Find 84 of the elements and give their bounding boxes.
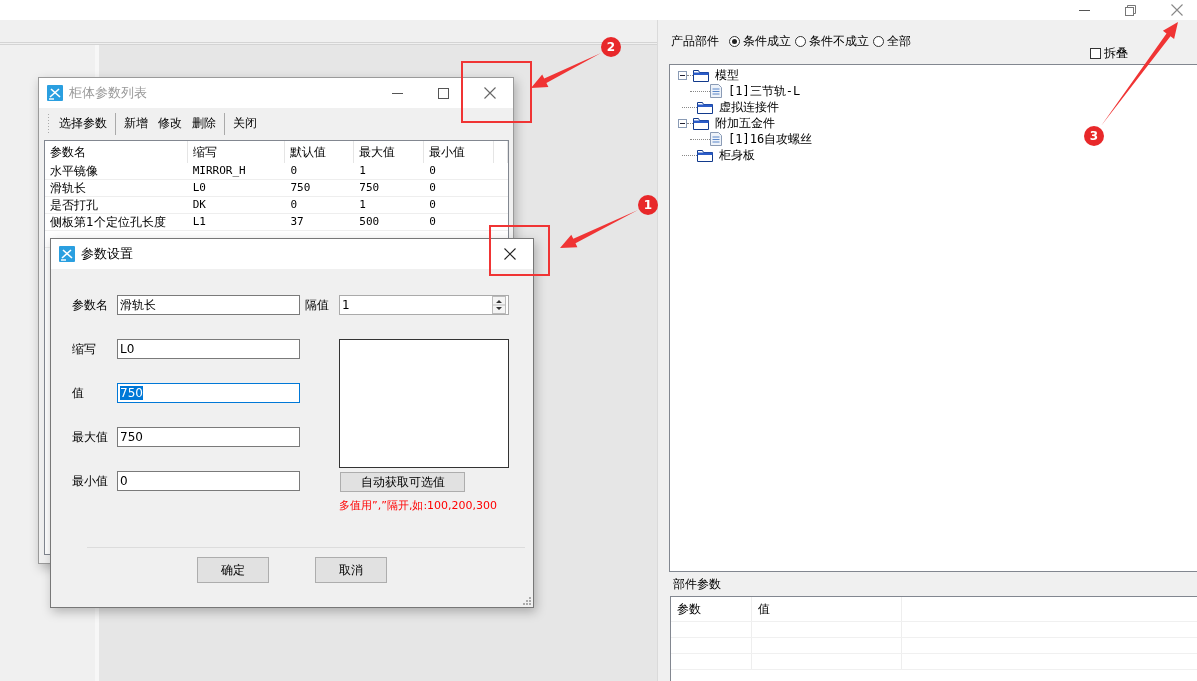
column-header[interactable]: 参数 — [671, 597, 752, 621]
toolbar-button[interactable]: 删除 — [188, 113, 220, 134]
radio-button[interactable] — [795, 35, 806, 47]
document-icon — [710, 84, 722, 98]
restore-icon[interactable] — [1125, 4, 1136, 16]
table-cell-text: L0 — [191, 180, 207, 196]
table-cell-text: 500 — [358, 214, 381, 230]
table-cell-text: 750 — [289, 180, 312, 196]
input-field[interactable]: 0 — [117, 471, 300, 491]
column-header[interactable]: 最大值 — [354, 141, 425, 163]
field-label: 值 — [72, 384, 85, 402]
column-header[interactable]: 值 — [752, 597, 902, 621]
resize-grip-icon[interactable] — [523, 597, 531, 605]
field-label: 参数名 — [72, 296, 109, 314]
tree-item[interactable]: 虚拟连接件 — [719, 98, 779, 116]
toolbar-button[interactable]: 修改 — [154, 113, 186, 134]
toolbar-button[interactable]: 选择参数 — [55, 113, 111, 134]
radio-label[interactable]: 全部 — [887, 32, 911, 50]
checkbox[interactable]: 拆叠 — [1090, 45, 1128, 62]
table-cell-text: 750 — [358, 180, 381, 196]
toolbar-button[interactable]: 新增 — [120, 113, 152, 134]
table-cell-text: 0 — [428, 214, 437, 230]
table-cell-text: 0 — [428, 180, 437, 196]
table-cell-text: 0 — [289, 163, 299, 179]
table-cell-text: DK — [191, 197, 207, 213]
hint-text: 多值用”,”隔开,如:100,200,300 — [339, 498, 499, 513]
maximize-icon[interactable] — [438, 87, 449, 99]
folder-icon — [697, 100, 713, 114]
table-cell-text: 1 — [358, 197, 367, 213]
input-field[interactable]: 滑轨长 — [117, 295, 300, 315]
table-cell-text: 水平镜像 — [49, 163, 99, 179]
spin-field[interactable]: 1 — [339, 295, 509, 315]
window-title: 柜体参数列表 — [69, 84, 147, 102]
radio-button[interactable] — [873, 35, 884, 47]
tree-item[interactable]: 模型 — [715, 66, 739, 84]
table-cell-text: 0 — [428, 197, 437, 213]
auto-fetch-button[interactable]: 自动获取可选值 — [340, 472, 465, 492]
toolbar-button[interactable]: 关闭 — [229, 113, 261, 134]
table-cell-text: 1 — [358, 163, 367, 179]
table-cell-text: 滑轨长 — [49, 180, 87, 196]
dialog-button[interactable]: 取消 — [315, 557, 387, 583]
field-label: 最小值 — [72, 472, 109, 490]
panel-label: 产品部件 — [671, 32, 719, 50]
highlight-frame — [489, 225, 550, 276]
app-icon — [59, 246, 75, 262]
radio-label[interactable]: 条件成立 — [743, 32, 791, 50]
grip-icon — [47, 112, 50, 135]
folder-icon — [697, 148, 713, 162]
input-field[interactable]: 750 — [117, 427, 300, 447]
tree-item[interactable]: [1]16自攻螺丝 — [728, 130, 813, 148]
panel-label: 部件参数 — [672, 576, 722, 593]
collapse-icon[interactable] — [678, 70, 687, 80]
table-cell-text: 37 — [289, 214, 305, 230]
table-cell-text: 0 — [428, 163, 437, 179]
collapse-icon[interactable] — [678, 118, 687, 128]
field-label: 隔值 — [305, 296, 330, 314]
table-cell-text: 侧板第1个定位孔长度 — [49, 214, 167, 230]
input-field[interactable]: L0 — [117, 339, 300, 359]
document-icon — [710, 132, 722, 146]
column-header[interactable]: 参数名 — [45, 141, 188, 163]
highlight-frame — [461, 61, 532, 123]
input-field[interactable]: 750 — [117, 383, 300, 403]
tree-item[interactable]: [1]三节轨-L — [728, 82, 801, 100]
list-box[interactable] — [339, 339, 509, 468]
table-cell-text: L1 — [191, 214, 207, 230]
column-header[interactable]: 最小值 — [424, 141, 494, 163]
folder-icon — [693, 116, 709, 130]
tree-item[interactable]: 柜身板 — [719, 146, 755, 164]
column-header[interactable]: 缩写 — [187, 141, 286, 163]
tree-item[interactable]: 附加五金件 — [715, 114, 775, 132]
table-cell-text: 0 — [289, 197, 299, 213]
field-label: 缩写 — [72, 340, 97, 358]
table-cell-text: 是否打孔 — [49, 197, 99, 213]
app-icon — [47, 85, 63, 101]
dialog-button[interactable]: 确定 — [197, 557, 269, 583]
field-label: 最大值 — [72, 428, 109, 446]
close-icon[interactable] — [504, 248, 516, 260]
spinner-arrows-icon[interactable] — [492, 296, 506, 314]
table-cell-text: MIRROR_H — [191, 163, 247, 179]
radio-label[interactable]: 条件不成立 — [809, 32, 869, 50]
column-header[interactable]: 默认值 — [285, 141, 355, 163]
folder-icon — [693, 68, 709, 82]
window-title: 参数设置 — [81, 245, 133, 263]
radio-button[interactable] — [729, 35, 740, 47]
